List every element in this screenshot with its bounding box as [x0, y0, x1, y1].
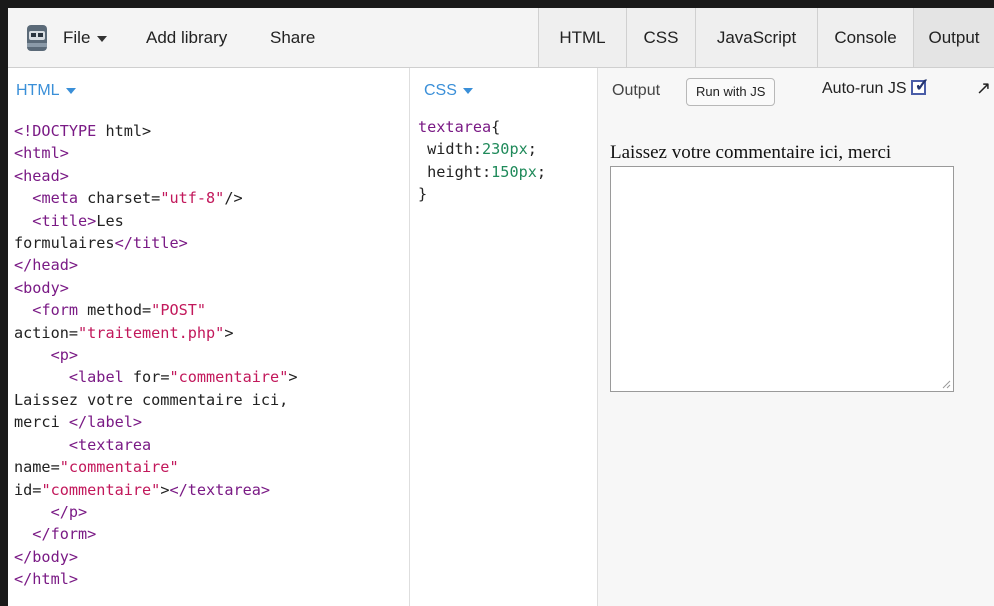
autorun-toggle[interactable]: Auto-run JS ✓ [822, 75, 930, 98]
file-menu-label: File [63, 28, 91, 47]
html-code-line: <!DOCTYPE html> [14, 122, 152, 140]
html-code-line: <textarea [68, 435, 152, 454]
css-code-line: textarea{ [418, 118, 501, 136]
html-code-line: </head> [14, 256, 79, 275]
share-label: Share [270, 28, 316, 47]
html-code-line: id="commentaire"></textarea> [14, 480, 271, 499]
caret-down-icon [65, 87, 76, 94]
html-code-line: <title>Les [32, 211, 124, 230]
tab-output[interactable]: Output [913, 8, 994, 67]
html-code-line: </html> [14, 570, 79, 589]
output-pane-header: Output [612, 82, 661, 99]
html-code-line: action="traitement.php"> [14, 323, 234, 342]
window-frame-left [0, 0, 8, 606]
css-code-line: } [418, 185, 428, 204]
window-frame-top [0, 0, 994, 8]
resize-grip-icon[interactable] [942, 380, 951, 389]
toolbar: File Add library Share HTML CSS JavaScri… [8, 8, 994, 68]
tab-html[interactable]: HTML [538, 8, 626, 67]
caret-down-icon [97, 35, 108, 42]
html-editor[interactable]: <!DOCTYPE html> <html> <head> <meta charse… [14, 120, 298, 591]
html-pane: HTML <!DOCTYPE html> <html> <head> <meta c… [8, 68, 410, 606]
caret-down-icon [462, 87, 473, 94]
share-button[interactable]: Share [270, 8, 315, 68]
html-code-line: <head> [14, 166, 69, 185]
css-pane: CSS textarea{ width:230px; height:150px;… [410, 68, 598, 606]
run-with-js-button[interactable]: Run with JS [686, 78, 776, 106]
html-code-line: name="commentaire" [14, 458, 179, 477]
add-library-label: Add library [146, 28, 228, 47]
html-code-line: </p> [50, 502, 88, 521]
html-code-line: Laissez votre commentaire ici, [14, 390, 289, 409]
comment-textarea[interactable] [610, 166, 954, 392]
file-menu[interactable]: File [63, 8, 108, 68]
comment-label: Laissez votre commentaire ici, merci [610, 142, 892, 163]
html-code-line: <p> [50, 346, 79, 365]
jsbin-logo-icon[interactable] [24, 23, 50, 53]
external-arrow-icon[interactable]: ↗ [976, 78, 991, 99]
panel-tabs: HTML CSS JavaScript Console Output [538, 8, 994, 67]
html-pane-header[interactable]: HTML [16, 82, 76, 100]
html-code-line: <body> [14, 278, 69, 297]
html-code-line: </body> [14, 547, 79, 566]
html-code-line: <html> [14, 144, 69, 163]
tab-javascript[interactable]: JavaScript [695, 8, 817, 67]
html-code-line: <label for="commentaire"> [68, 368, 298, 387]
html-code-line: </form> [32, 525, 97, 544]
autorun-label: Auto-run JS [822, 80, 907, 97]
tab-console[interactable]: Console [817, 8, 913, 67]
tab-css[interactable]: CSS [626, 8, 695, 67]
html-code-line: <form method="POST" [32, 301, 207, 320]
css-editor[interactable]: textarea{ width:230px; height:150px;} [418, 116, 546, 206]
add-library-button[interactable]: Add library [146, 8, 227, 68]
html-code-line: formulaires</title> [14, 234, 188, 253]
html-code-line: merci </label> [14, 413, 143, 432]
css-code-line: width:230px; [418, 140, 537, 159]
html-code-line: <meta charset="utf-8"/> [32, 189, 243, 208]
checkmark-icon: ✓ [914, 75, 930, 95]
output-pane: Output Run with JS Auto-run JS ✓ ↗ Laisse… [598, 68, 994, 606]
autorun-checkbox[interactable]: ✓ [911, 75, 930, 95]
css-pane-header[interactable]: CSS [424, 82, 473, 100]
css-code-line: height:150px; [418, 162, 547, 181]
